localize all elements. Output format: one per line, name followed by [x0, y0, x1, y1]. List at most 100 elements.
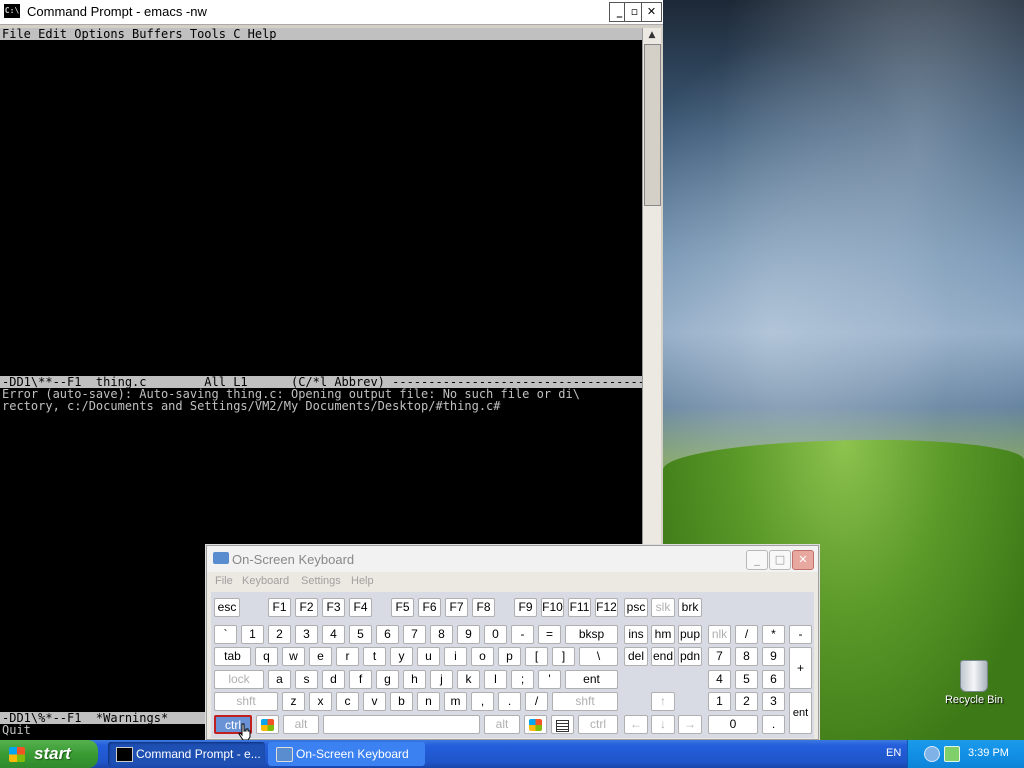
key-tab[interactable]: tab: [214, 647, 251, 666]
key-9[interactable]: 9: [457, 625, 480, 644]
key-num-7[interactable]: 7: [708, 647, 731, 666]
scroll-thumb[interactable]: [644, 44, 661, 206]
key-left-arrow[interactable]: ←: [624, 715, 648, 734]
key-4[interactable]: 4: [322, 625, 345, 644]
key-left-windows[interactable]: [256, 715, 279, 734]
key-left-shift[interactable]: shft: [214, 692, 278, 711]
key-h[interactable]: h: [403, 670, 426, 689]
key-rbracket[interactable]: ]: [552, 647, 575, 666]
key-down-arrow[interactable]: ↓: [651, 715, 675, 734]
key-num-3[interactable]: 3: [762, 692, 785, 711]
key-m[interactable]: m: [444, 692, 467, 711]
key-f8[interactable]: F8: [472, 598, 495, 617]
key-num-5[interactable]: 5: [735, 670, 758, 689]
key-f5[interactable]: F5: [391, 598, 414, 617]
key-right-alt[interactable]: alt: [484, 715, 520, 734]
key-1[interactable]: 1: [241, 625, 264, 644]
key-minus[interactable]: -: [511, 625, 534, 644]
key-up-arrow[interactable]: ↑: [651, 692, 675, 711]
key-6[interactable]: 6: [376, 625, 399, 644]
osk-menu-help[interactable]: Help: [351, 575, 374, 587]
key-x[interactable]: x: [309, 692, 332, 711]
key-2[interactable]: 2: [268, 625, 291, 644]
key-u[interactable]: u: [417, 647, 440, 666]
osk-minimize-button[interactable]: _: [746, 550, 768, 570]
key-f10[interactable]: F10: [541, 598, 564, 617]
key-n[interactable]: n: [417, 692, 440, 711]
key-pgdn[interactable]: pdn: [678, 647, 702, 666]
key-7[interactable]: 7: [403, 625, 426, 644]
key-num-plus[interactable]: +: [789, 647, 812, 689]
key-z[interactable]: z: [282, 692, 305, 711]
key-num-decimal[interactable]: .: [762, 715, 785, 734]
key-t[interactable]: t: [363, 647, 386, 666]
key-c[interactable]: c: [336, 692, 359, 711]
key-num-8[interactable]: 8: [735, 647, 758, 666]
key-backslash[interactable]: \: [579, 647, 618, 666]
key-brk[interactable]: brk: [678, 598, 702, 617]
key-f6[interactable]: F6: [418, 598, 441, 617]
key-num-4[interactable]: 4: [708, 670, 731, 689]
key-y[interactable]: y: [390, 647, 413, 666]
key-period[interactable]: .: [498, 692, 521, 711]
key-right-ctrl[interactable]: ctrl: [578, 715, 618, 734]
key-s[interactable]: s: [295, 670, 318, 689]
osk-menu-file[interactable]: File: [215, 575, 233, 587]
key-v[interactable]: v: [363, 692, 386, 711]
key-num-divide[interactable]: /: [735, 625, 758, 644]
key-esc[interactable]: esc: [214, 598, 240, 617]
osk-titlebar[interactable]: On-Screen Keyboard _ □ ✕: [207, 546, 818, 572]
key-num-enter[interactable]: ent: [789, 692, 812, 734]
key-num-9[interactable]: 9: [762, 647, 785, 666]
taskbar-item-command-prompt[interactable]: Command Prompt - e...: [108, 742, 265, 766]
key-home[interactable]: hm: [651, 625, 675, 644]
osk-maximize-button[interactable]: □: [769, 550, 791, 570]
key-f1[interactable]: F1: [268, 598, 291, 617]
key-q[interactable]: q: [255, 647, 278, 666]
key-f9[interactable]: F9: [514, 598, 537, 617]
key-ins[interactable]: ins: [624, 625, 648, 644]
key-capslock[interactable]: lock: [214, 670, 264, 689]
key-right-windows[interactable]: [524, 715, 547, 734]
key-f4[interactable]: F4: [349, 598, 372, 617]
key-num-1[interactable]: 1: [708, 692, 731, 711]
key-8[interactable]: 8: [430, 625, 453, 644]
close-button[interactable]: ✕: [641, 2, 662, 22]
key-k[interactable]: k: [457, 670, 480, 689]
key-lbracket[interactable]: [: [525, 647, 548, 666]
emacs-minibuffer[interactable]: Quit: [2, 724, 31, 736]
key-l[interactable]: l: [484, 670, 507, 689]
recycle-bin-icon[interactable]: Recycle Bin: [944, 660, 1004, 710]
emacs-menubar[interactable]: File Edit Options Buffers Tools C Help: [0, 28, 642, 40]
key-equals[interactable]: =: [538, 625, 561, 644]
network-icon[interactable]: [924, 746, 940, 762]
key-right-arrow[interactable]: →: [678, 715, 702, 734]
key-p[interactable]: p: [498, 647, 521, 666]
key-right-shift[interactable]: shft: [552, 692, 618, 711]
key-f12[interactable]: F12: [595, 598, 618, 617]
key-space[interactable]: [323, 715, 480, 734]
key-i[interactable]: i: [444, 647, 467, 666]
key-num-multiply[interactable]: *: [762, 625, 785, 644]
key-enter[interactable]: ent: [565, 670, 618, 689]
key-r[interactable]: r: [336, 647, 359, 666]
key-o[interactable]: o: [471, 647, 494, 666]
key-0[interactable]: 0: [484, 625, 507, 644]
key-a[interactable]: a: [268, 670, 291, 689]
taskbar-item-on-screen-keyboard[interactable]: On-Screen Keyboard: [268, 742, 425, 766]
key-b[interactable]: b: [390, 692, 413, 711]
key-j[interactable]: j: [430, 670, 453, 689]
key-left-alt[interactable]: alt: [283, 715, 319, 734]
key-comma[interactable]: ,: [471, 692, 494, 711]
key-semicolon[interactable]: ;: [511, 670, 534, 689]
language-indicator[interactable]: EN: [886, 747, 901, 759]
key-d[interactable]: d: [322, 670, 345, 689]
key-f7[interactable]: F7: [445, 598, 468, 617]
key-w[interactable]: w: [282, 647, 305, 666]
key-num-6[interactable]: 6: [762, 670, 785, 689]
key-psc[interactable]: psc: [624, 598, 648, 617]
osk-menu-keyboard[interactable]: Keyboard: [242, 575, 289, 587]
key-backspace[interactable]: bksp: [565, 625, 618, 644]
key-3[interactable]: 3: [295, 625, 318, 644]
key-e[interactable]: e: [309, 647, 332, 666]
